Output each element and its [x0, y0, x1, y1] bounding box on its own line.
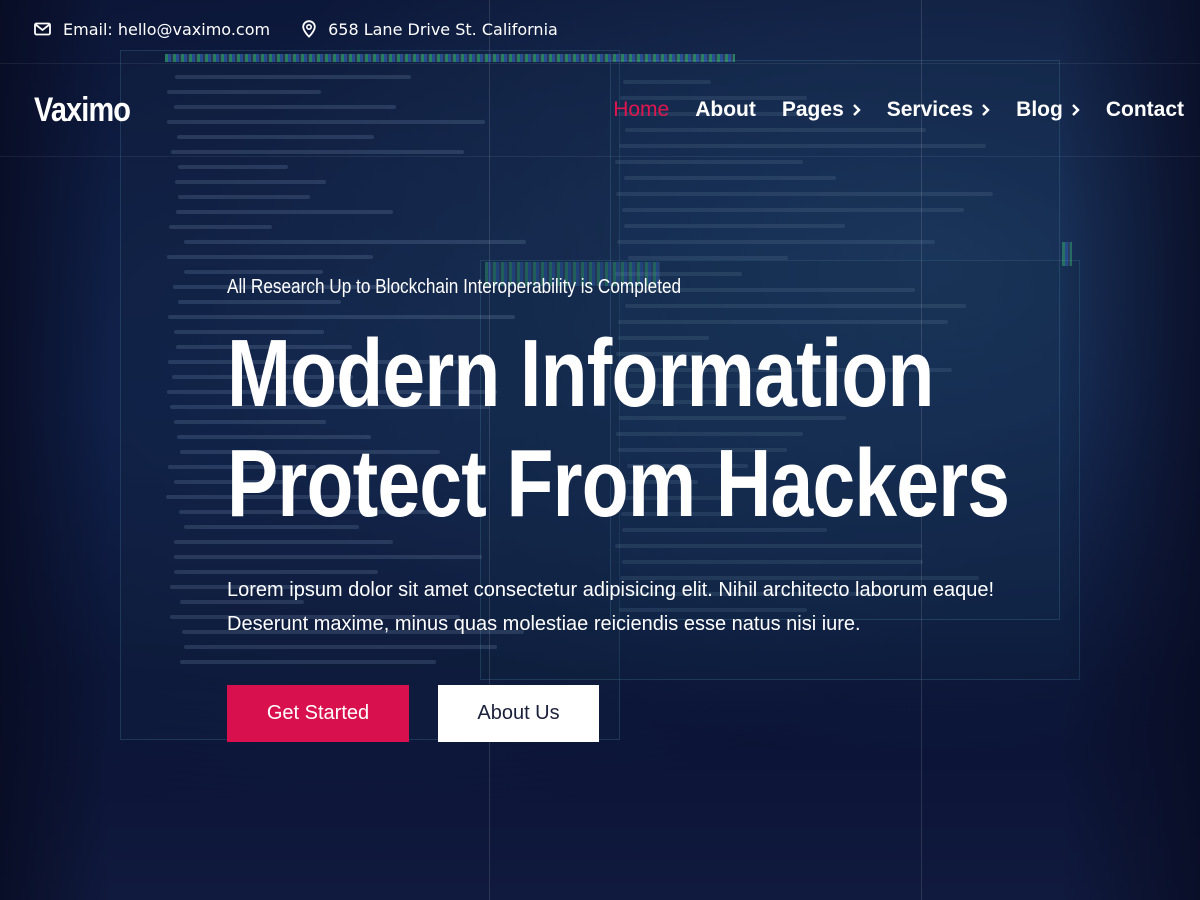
hero-description-line: Deserunt maxime, minus quas molestiae re…	[227, 613, 861, 635]
nav-item-services[interactable]: Services	[887, 98, 990, 122]
hero-eyebrow: All Research Up to Blockchain Interopera…	[227, 276, 682, 298]
nav-item-home[interactable]: Home	[613, 98, 669, 122]
background-code-line	[178, 165, 289, 169]
background-code-line	[174, 180, 327, 184]
background-code-line	[176, 210, 393, 214]
nav-item-label: About	[695, 98, 756, 121]
nav-item-about[interactable]: About	[695, 98, 756, 122]
background-code-line	[623, 224, 845, 228]
nav-item-pages[interactable]: Pages	[782, 98, 861, 122]
hero-buttons: Get Started About Us	[227, 685, 1127, 742]
background-code-line	[167, 255, 373, 259]
background-code-line	[183, 240, 526, 244]
nav-item-label: Pages	[781, 98, 844, 121]
topbar-address: 658 Lane Drive St. California	[302, 20, 558, 39]
map-pin-icon	[302, 20, 316, 38]
nav-item-blog[interactable]: Blog	[1016, 98, 1080, 122]
get-started-button[interactable]: Get Started	[227, 685, 409, 742]
background-code-line	[184, 270, 324, 274]
site-logo[interactable]: Vaximo	[34, 91, 131, 130]
header-divider	[0, 156, 1200, 157]
chevron-right-icon	[852, 103, 861, 117]
about-us-button[interactable]: About Us	[438, 685, 599, 742]
chevron-right-icon	[981, 103, 990, 117]
address-text: 658 Lane Drive St. California	[328, 19, 558, 39]
hero-content: All Research Up to Blockchain Interopera…	[227, 276, 1127, 742]
main-nav: Home About Pages Services Blog Contact	[613, 98, 1184, 122]
hero-title-line: Protect From Hackers	[227, 430, 1010, 537]
chevron-right-icon	[1071, 103, 1080, 117]
hero-title-line: Modern Information	[227, 320, 934, 427]
topbar-email[interactable]: Email: hello@vaximo.com	[34, 20, 270, 39]
background-code-line	[168, 225, 272, 229]
email-text: Email: hello@vaximo.com	[63, 19, 271, 39]
nav-item-label: Services	[886, 98, 974, 121]
nav-item-label: Home	[613, 98, 670, 121]
top-info-bar: Email: hello@vaximo.com 658 Lane Drive S…	[0, 0, 1200, 58]
hero-title: Modern Information Protect From Hackers	[227, 319, 1010, 539]
nav-item-label: Contact	[1105, 98, 1184, 121]
hero-description-line: Lorem ipsum dolor sit amet consectetur a…	[227, 579, 995, 601]
hero-section: Email: hello@vaximo.com 658 Lane Drive S…	[0, 0, 1200, 900]
nav-item-label: Blog	[1016, 98, 1063, 121]
background-code-line	[623, 176, 837, 180]
site-header: Vaximo Home About Pages Services Blog Co…	[0, 64, 1200, 156]
mail-icon	[34, 22, 51, 36]
background-code-line	[628, 256, 788, 260]
background-code-line	[616, 240, 935, 244]
background-code-line	[615, 160, 804, 164]
background-code-line	[178, 195, 310, 199]
background-code-line	[616, 192, 994, 196]
nav-item-contact[interactable]: Contact	[1106, 98, 1184, 122]
hero-description: Lorem ipsum dolor sit amet consectetur a…	[227, 573, 1047, 641]
background-code-line	[621, 208, 964, 212]
